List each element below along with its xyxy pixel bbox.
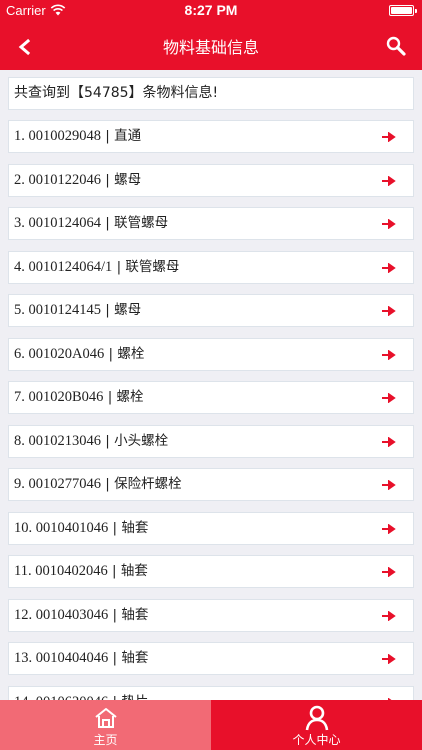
material-code: 6. 001020A046 (14, 345, 105, 362)
user-icon (305, 705, 328, 731)
list-item[interactable]: 9. 0010277046 | 保险杆螺栓 (8, 468, 414, 501)
back-button[interactable] (12, 34, 38, 60)
material-name: | 轴套 (107, 563, 148, 579)
material-name: | 螺母 (101, 302, 142, 318)
arrow-right-icon (382, 393, 396, 403)
arrow-right-icon (382, 262, 396, 273)
material-name: | 直通 (101, 128, 142, 144)
material-name: | 保险杆螺栓 (101, 476, 182, 492)
list-item[interactable]: 4. 0010124064/1 | 联管螺母 (8, 250, 414, 284)
material-code: 4. 0010124064/1 (14, 258, 113, 275)
material-list-container[interactable]: 共查询到【54785】条物料信息! 1. 0010029048 | 直通 2. 0… (0, 70, 422, 700)
arrow-right-icon (382, 436, 396, 447)
material-name: | 螺栓 (104, 345, 145, 362)
list-item[interactable]: 5. 0010124145 | 螺母 (8, 294, 414, 327)
material-code: 9. 0010277046 (14, 476, 101, 492)
list-item[interactable]: 12. 0010403046 | 轴套 (8, 598, 414, 632)
arrow-right-icon (382, 567, 396, 577)
material-code: 12. 0010403046 (14, 606, 109, 623)
list-item-label: 6. 001020A046 | 螺栓 (14, 339, 144, 370)
material-name: | 轴套 (108, 650, 149, 666)
search-button[interactable] (384, 34, 408, 58)
battery-icon (389, 5, 417, 16)
material-name: | 轴套 (108, 606, 149, 623)
arrow-right-icon (382, 480, 396, 490)
material-name: | 螺栓 (103, 389, 144, 405)
material-code: 5. 0010124145 (14, 302, 101, 318)
list-item[interactable]: 11. 0010402046 | 轴套 (8, 555, 414, 588)
material-code: 8. 0010213046 (14, 432, 101, 449)
material-name: | 螺母 (101, 171, 142, 188)
arrow-right-icon (382, 219, 396, 229)
material-name: | 小头螺栓 (101, 432, 169, 449)
home-icon (94, 708, 117, 728)
arrow-right-icon (382, 349, 396, 360)
status-time: 8:27 PM (184, 2, 238, 18)
list-item-label: 10. 0010401046 | 轴套 (14, 513, 148, 544)
tab-bar: 主页 个人中心 (0, 700, 422, 750)
header: Carrier 8:27 PM 物料基础信息 (0, 0, 422, 70)
page-title: 物料基础信息 (162, 38, 259, 57)
list-item[interactable]: 2. 0010122046 | 螺母 (8, 163, 414, 197)
tab-home-label: 主页 (93, 733, 118, 747)
list-item-label: 12. 0010403046 | 轴套 (14, 600, 148, 631)
list-item[interactable]: 6. 001020A046 | 螺栓 (8, 337, 414, 371)
status-bar: Carrier 8:27 PM (0, 0, 422, 22)
list-item[interactable]: 10. 0010401046 | 轴套 (8, 511, 414, 545)
list-item[interactable]: 14. 0010620046 | 垫片 (8, 685, 414, 701)
material-name: | 轴套 (108, 519, 149, 536)
material-code: 11. 0010402046 (14, 563, 108, 579)
list-item-label: 9. 0010277046 | 保险杆螺栓 (14, 469, 182, 500)
material-code: 1. 0010029048 (14, 128, 101, 144)
arrow-right-icon (382, 175, 396, 186)
material-code: 2. 0010122046 (14, 171, 101, 188)
tab-user-center-label: 个人中心 (292, 733, 341, 747)
list-item-label: 7. 001020B046 | 螺栓 (14, 382, 144, 413)
arrow-right-icon (382, 654, 396, 664)
material-code: 13. 0010404046 (14, 650, 109, 666)
material-code: 3. 0010124064 (14, 215, 101, 231)
arrow-right-icon (382, 132, 396, 142)
list-item-label: 5. 0010124145 | 螺母 (14, 295, 141, 326)
list-item-label: 13. 0010404046 | 轴套 (14, 643, 148, 674)
navigation-bar: 物料基础信息 (0, 22, 422, 70)
material-list: 1. 0010029048 | 直通 2. 0010122046 | 螺母 3. 0… (8, 120, 414, 700)
list-item-label: 4. 0010124064/1 | 联管螺母 (14, 252, 179, 283)
list-item[interactable]: 8. 0010213046 | 小头螺栓 (8, 424, 414, 458)
list-item-label: 14. 0010620046 | 垫片 (14, 687, 148, 701)
material-name: | 联管螺母 (112, 258, 180, 275)
result-summary: 共查询到【54785】条物料信息! (8, 77, 414, 110)
arrow-right-icon (382, 610, 396, 621)
list-item[interactable]: 3. 0010124064 | 联管螺母 (8, 207, 414, 240)
tab-user-center[interactable]: 个人中心 (211, 700, 422, 750)
list-item-label: 11. 0010402046 | 轴套 (14, 556, 148, 587)
list-item-label: 8. 0010213046 | 小头螺栓 (14, 426, 168, 457)
list-item-label: 3. 0010124064 | 联管螺母 (14, 208, 168, 239)
list-item-label: 2. 0010122046 | 螺母 (14, 165, 141, 196)
list-item[interactable]: 13. 0010404046 | 轴套 (8, 642, 414, 675)
material-name: | 联管螺母 (101, 215, 169, 231)
arrow-right-icon (382, 523, 396, 534)
list-item-label: 1. 0010029048 | 直通 (14, 121, 141, 152)
material-code: 7. 001020B046 (14, 389, 104, 405)
tab-home[interactable]: 主页 (0, 700, 211, 750)
list-item[interactable]: 7. 001020B046 | 螺栓 (8, 381, 414, 414)
material-code: 10. 0010401046 (14, 519, 109, 536)
arrow-right-icon (382, 306, 396, 316)
list-item[interactable]: 1. 0010029048 | 直通 (8, 120, 414, 153)
